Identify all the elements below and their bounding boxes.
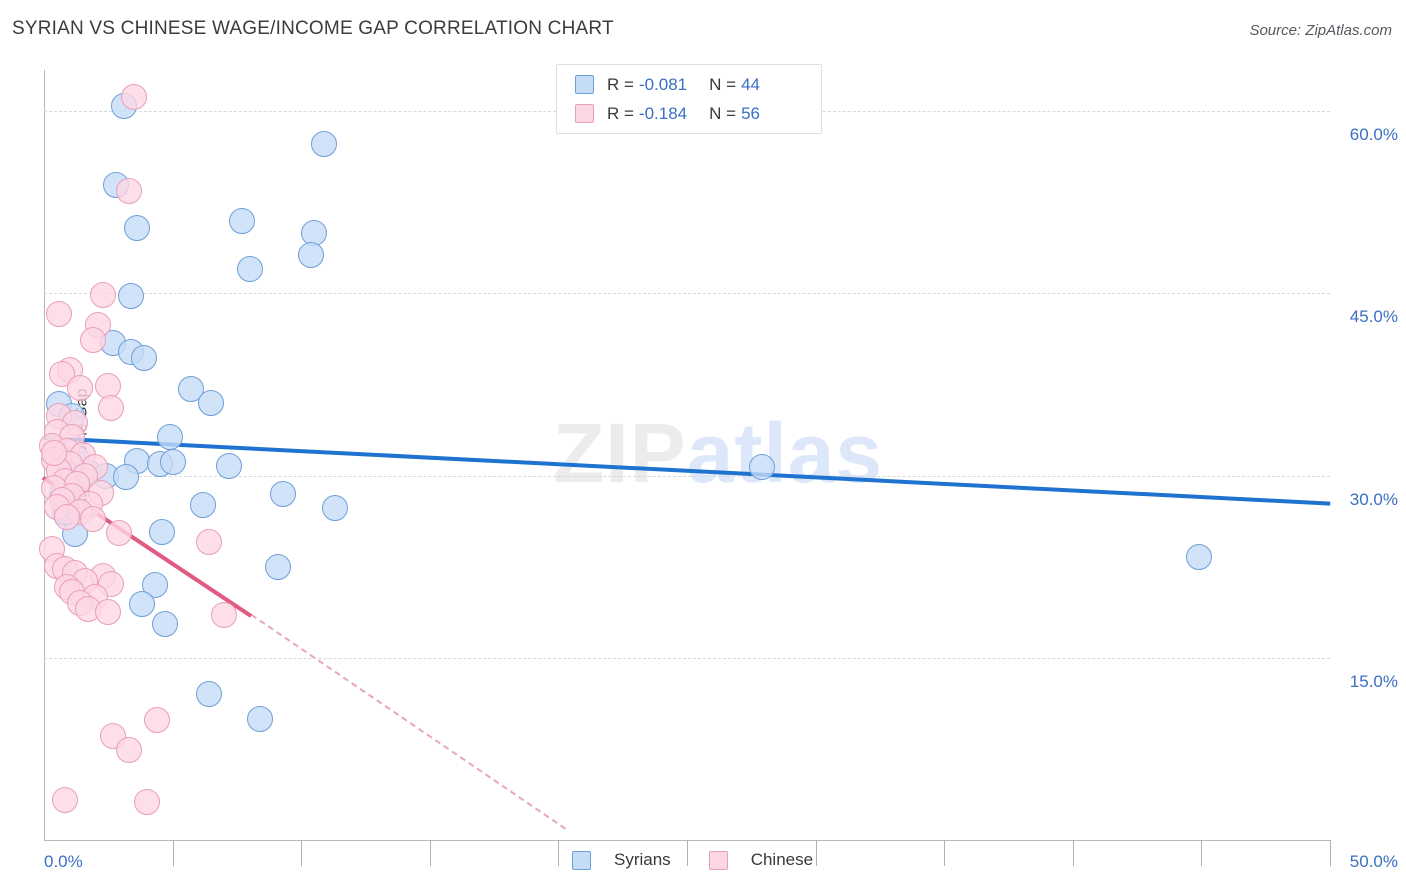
series-legend: Syrians Chinese [572, 850, 841, 870]
trendline-extension-chinese [251, 614, 567, 830]
y-tick-label: 30.0% [1349, 489, 1398, 509]
x-tick-mark [1201, 840, 1203, 866]
scatter-point[interactable] [195, 529, 222, 556]
stat-row-syrians: R = -0.081 N = 44 [575, 70, 821, 99]
scatter-point[interactable] [115, 737, 142, 764]
scatter-point[interactable] [46, 301, 73, 328]
scatter-point[interactable] [190, 491, 217, 518]
scatter-point[interactable] [79, 326, 106, 353]
watermark: ZIPatlas [553, 405, 883, 502]
scatter-point[interactable] [144, 706, 171, 733]
x-tick-mark [944, 840, 946, 866]
stat-n-label-chinese: N = [709, 103, 737, 123]
x-tick-mark [1330, 840, 1331, 866]
scatter-point[interactable] [41, 439, 68, 466]
stat-row-chinese: R = -0.184 N = 56 [575, 99, 821, 128]
scatter-point[interactable] [211, 602, 238, 629]
legend-label-chinese: Chinese [750, 850, 814, 869]
scatter-point[interactable] [298, 241, 325, 268]
scatter-point[interactable] [97, 394, 124, 421]
scatter-point[interactable] [149, 518, 176, 545]
stat-r-label-chinese: R = [607, 103, 634, 123]
legend-item-syrians[interactable]: Syrians [572, 850, 671, 870]
stat-swatch-chinese [575, 104, 594, 123]
scatter-point[interactable] [151, 610, 178, 637]
scatter-point[interactable] [123, 214, 150, 241]
stat-n-label-syrians: N = [709, 74, 737, 94]
scatter-point[interactable] [121, 83, 148, 110]
scatter-point[interactable] [79, 506, 106, 533]
watermark-zip: ZIP [553, 406, 687, 500]
scatter-point[interactable] [748, 454, 775, 481]
scatter-point[interactable] [216, 452, 243, 479]
x-tick-mark [1072, 840, 1074, 866]
scatter-point[interactable] [247, 705, 274, 732]
scatter-point[interactable] [311, 131, 338, 158]
scatter-point[interactable] [105, 519, 132, 546]
x-tick-mark [429, 840, 431, 866]
scatter-point[interactable] [95, 598, 122, 625]
scatter-point[interactable] [51, 786, 78, 813]
watermark-atlas: atlas [686, 406, 884, 500]
scatter-point[interactable] [118, 282, 145, 309]
legend-swatch-chinese [708, 850, 728, 870]
scatter-point[interactable] [157, 423, 184, 450]
x-tick-mark [301, 840, 303, 866]
scatter-point[interactable] [265, 553, 292, 580]
plot-area: Wage/Income Gap ZIPatlas [38, 70, 1331, 866]
scatter-point[interactable] [90, 281, 117, 308]
stat-n-value-chinese: 56 [741, 103, 760, 123]
scatter-point[interactable] [1185, 544, 1212, 571]
legend-label-syrians: Syrians [614, 850, 671, 869]
x-tick-label-min: 0.0% [44, 852, 83, 871]
scatter-point[interactable] [195, 681, 222, 708]
scatter-point[interactable] [128, 591, 155, 618]
y-tick-label: 15.0% [1349, 671, 1398, 691]
x-tick-label-max: 50.0% [1349, 852, 1398, 871]
stat-r-value-syrians: -0.081 [638, 74, 688, 94]
legend-item-chinese[interactable]: Chinese [708, 850, 814, 870]
scatter-point[interactable] [113, 463, 140, 490]
stat-r-label-syrians: R = [607, 74, 634, 94]
legend-swatch-syrians [572, 850, 591, 870]
y-tick-label: 45.0% [1349, 307, 1398, 327]
scatter-point[interactable] [321, 495, 348, 522]
scatter-point[interactable] [131, 344, 158, 371]
source-attribution: Source: ZipAtlas.com [1249, 22, 1392, 39]
scatter-point[interactable] [115, 178, 142, 205]
x-tick-mark [172, 840, 174, 866]
stat-n-value-syrians: 44 [741, 74, 760, 94]
x-tick-mark [558, 840, 560, 866]
scatter-point[interactable] [54, 503, 81, 530]
scatter-point[interactable] [236, 256, 263, 283]
scatter-point[interactable] [67, 375, 93, 402]
gridline [44, 293, 1330, 295]
correlation-chart: SYRIAN VS CHINESE WAGE/INCOME GAP CORREL… [0, 0, 1406, 892]
stat-r-value-chinese: -0.184 [638, 103, 688, 123]
scatter-point[interactable] [229, 207, 256, 234]
stat-swatch-syrians [575, 75, 594, 94]
scatter-point[interactable] [198, 389, 225, 416]
scatter-point[interactable] [159, 449, 186, 476]
correlation-stats-box: R = -0.081 N = 44 R = -0.184 N = 56 [556, 64, 822, 134]
page-title: SYRIAN VS CHINESE WAGE/INCOME GAP CORREL… [12, 18, 614, 39]
gridline [44, 657, 1330, 659]
y-tick-label: 60.0% [1349, 125, 1398, 145]
scatter-point[interactable] [270, 480, 297, 507]
scatter-point[interactable] [133, 789, 160, 816]
